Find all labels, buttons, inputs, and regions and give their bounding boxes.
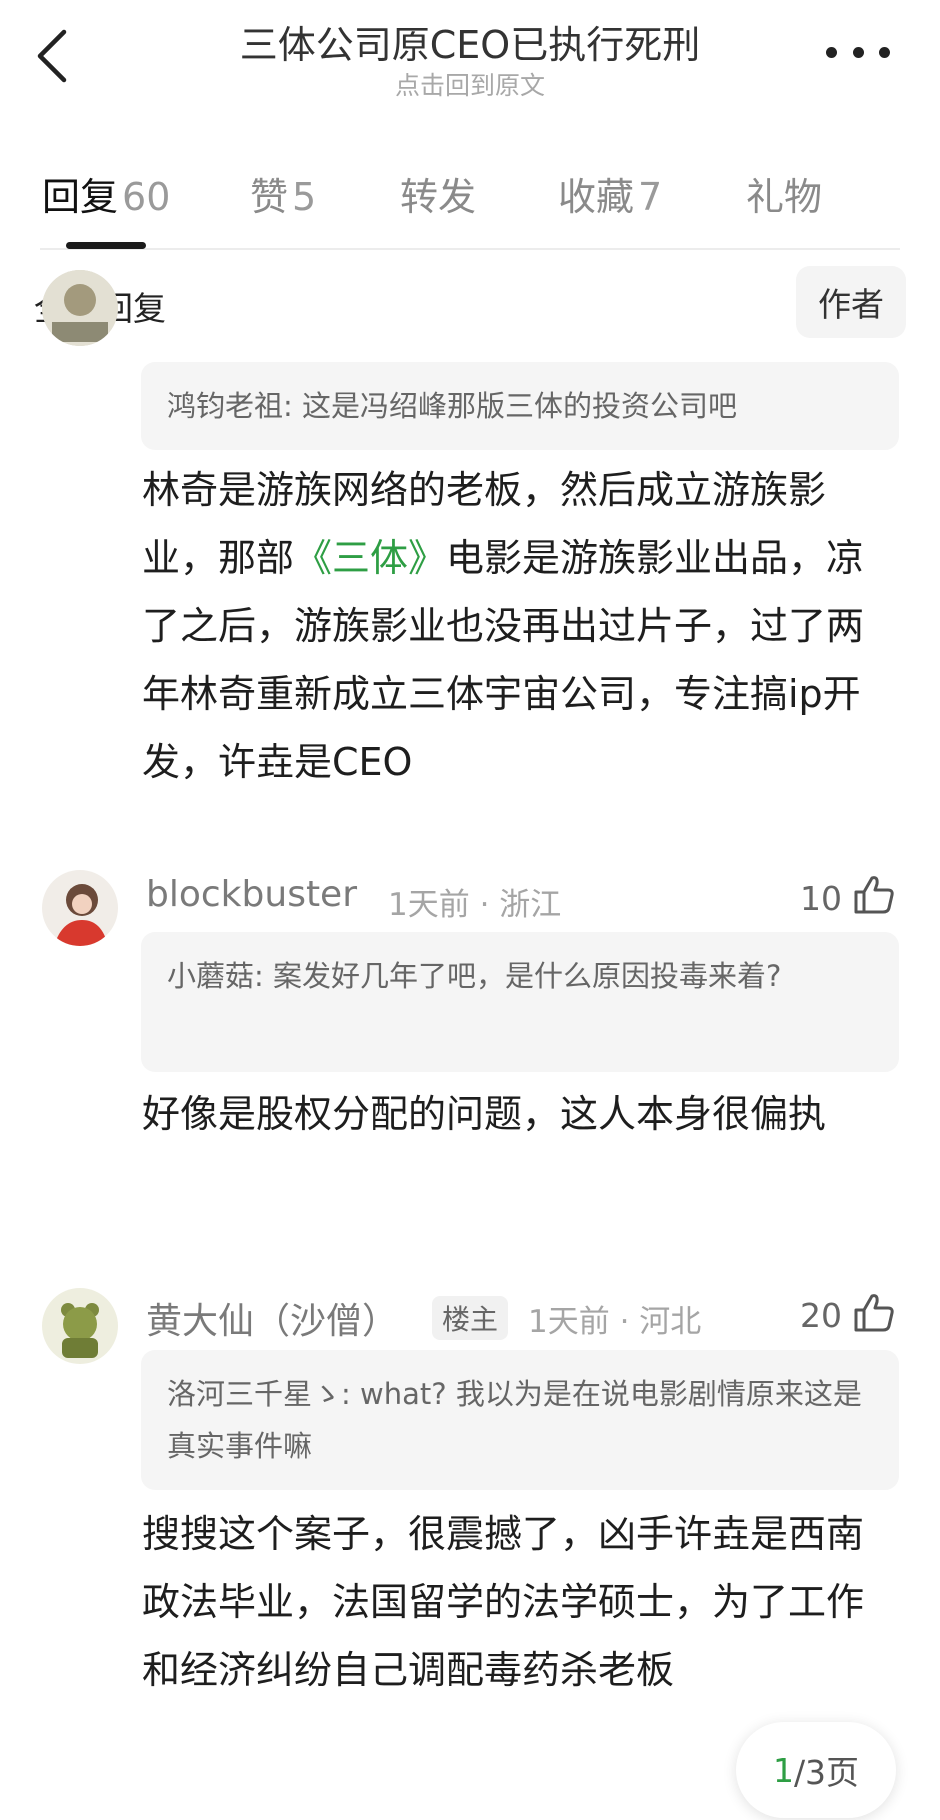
more-dot-icon	[826, 46, 837, 58]
avatar-image-icon	[42, 870, 118, 946]
more-dot-icon	[852, 46, 864, 58]
tab-gifts[interactable]: 礼物	[746, 166, 822, 221]
tab-count: 7	[638, 175, 663, 219]
quoted-reply[interactable]: 小蘑菇: 案发好几年了吧，是什么原因投毒来着?	[141, 932, 899, 1072]
page-title: 三体公司原CEO已执行死刑	[239, 23, 701, 67]
quoted-reply[interactable]: 洛河三千星ゝ: what? 我以为是在说电影剧情原来这是真实事件嘛	[141, 1350, 899, 1490]
more-options-button[interactable]	[826, 34, 890, 70]
quoted-user[interactable]: 小蘑菇	[167, 959, 254, 993]
comment-body: 林奇是游族网络的老板，然后成立游族影业，那部《三体》电影是游族影业出品，凉了之后…	[142, 456, 882, 796]
comment-time: 1天前	[388, 887, 470, 923]
total-pages: /3页	[793, 1753, 860, 1792]
quoted-text: : 案发好几年了吧，是什么原因投毒来着?	[254, 959, 782, 993]
comment-time: 1天前	[528, 1304, 610, 1340]
quoted-reply[interactable]: 鸿钧老祖: 这是冯绍峰那版三体的投资公司吧	[141, 362, 899, 450]
username[interactable]: blockbuster	[146, 874, 357, 915]
tab-label: 赞	[250, 175, 289, 219]
op-badge: 楼主	[432, 1296, 509, 1340]
tab-label: 收藏	[558, 175, 635, 219]
username[interactable]: 黄大仙（沙僧）	[146, 1292, 398, 1344]
page-indicator[interactable]: 1/3页	[736, 1722, 896, 1818]
tab-count: 60	[122, 175, 171, 219]
tab-replies[interactable]: 回复 60	[42, 166, 170, 221]
comment-body: 好像是股权分配的问题，这人本身很偏执	[142, 1092, 827, 1136]
comment-location: 河北	[639, 1304, 702, 1340]
like-count: 10	[800, 879, 842, 918]
comment-location: 浙江	[499, 887, 562, 923]
meta-separator: ·	[609, 1304, 640, 1340]
like-count: 20	[800, 1296, 842, 1335]
author-filter-button[interactable]: 作者	[796, 266, 906, 338]
quoted-text: : 这是冯绍峰那版三体的投资公司吧	[283, 389, 738, 423]
more-dot-icon	[879, 46, 890, 58]
thumbs-up-icon[interactable]	[852, 872, 896, 916]
avatar[interactable]	[42, 870, 118, 946]
tab-favorites[interactable]: 收藏 7	[558, 166, 662, 221]
tab-reposts[interactable]: 转发	[400, 166, 476, 221]
tab-count: 5	[292, 175, 317, 219]
comment-body: 搜搜这个案子，很震撼了，凶手许垚是西南政法毕业，法国留学的法学硕士，为了工作和经…	[142, 1512, 865, 1692]
avatar-image-icon	[42, 1288, 118, 1364]
avatar[interactable]	[42, 1288, 118, 1364]
thumbs-up-icon[interactable]	[852, 1290, 896, 1334]
tab-likes[interactable]: 赞5	[250, 166, 316, 221]
quoted-user[interactable]: 洛河三千星ゝ	[167, 1377, 341, 1411]
avatar[interactable]	[42, 270, 118, 346]
current-page: 1	[772, 1750, 794, 1790]
back-to-original-link[interactable]: 点击回到原文	[0, 66, 940, 102]
avatar-image-icon	[42, 270, 118, 346]
tab-label: 礼物	[746, 175, 823, 219]
tab-divider	[40, 248, 900, 250]
comment-meta: 1天前 · 浙江	[388, 879, 561, 924]
meta-separator: ·	[469, 887, 500, 923]
topic-link[interactable]: 《三体》	[294, 536, 446, 580]
active-tab-indicator	[66, 242, 146, 249]
tab-label: 回复	[42, 175, 119, 219]
quoted-user[interactable]: 鸿钧老祖	[167, 389, 283, 423]
tab-label: 转发	[400, 175, 477, 219]
comment-meta: 1天前 · 河北	[528, 1296, 701, 1341]
